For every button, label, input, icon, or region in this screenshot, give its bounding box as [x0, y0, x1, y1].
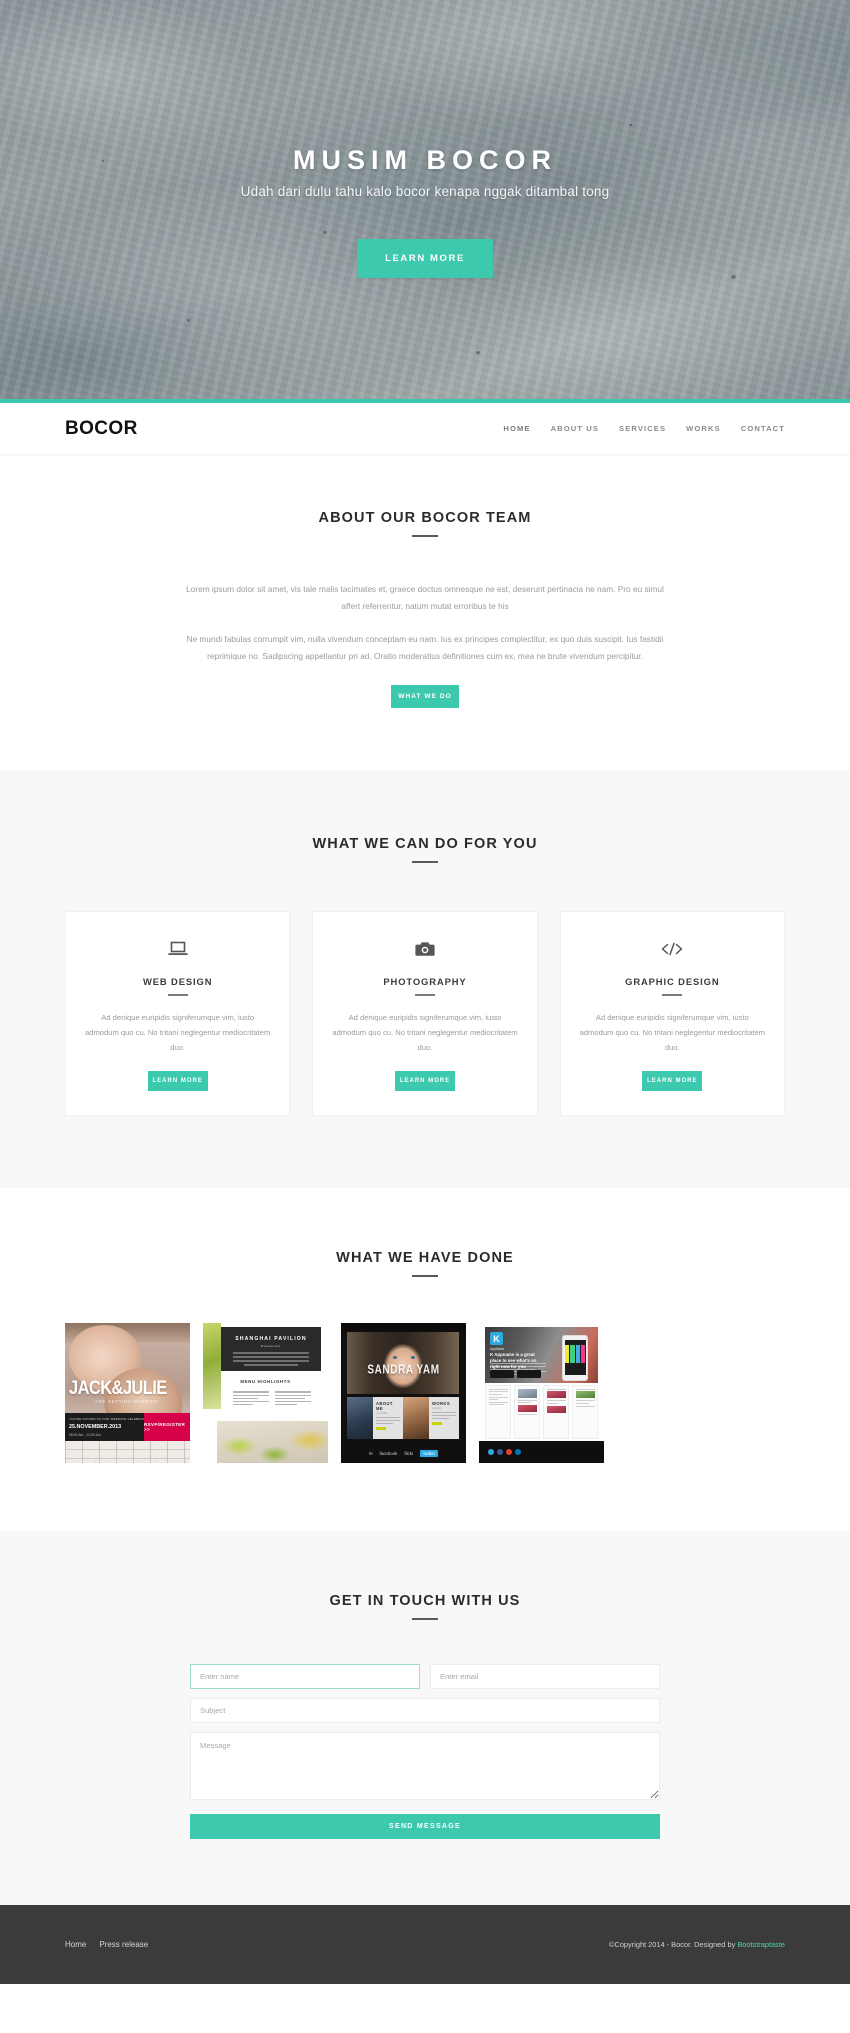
about-section: ABOUT OUR BOCOR TEAM Lorem ipsum dolor s…: [0, 454, 850, 770]
service-learn-more-button[interactable]: LEARN MORE: [394, 1071, 455, 1092]
twitter-label: twitter: [420, 1450, 439, 1458]
portfolio-item-time: 08:00 Am - 12:00 Am: [69, 1433, 101, 1438]
code-icon: [579, 936, 766, 962]
about-paragraph-1: Lorem ipsum dolor sit amet, vis tale mal…: [186, 584, 664, 611]
service-learn-more-button[interactable]: LEARN MORE: [642, 1071, 703, 1092]
portfolio-item-badge: RSVP/REGISTER >>: [144, 1413, 190, 1442]
contact-form: SEND MESSAGE: [190, 1664, 660, 1840]
portfolio-item-subline: Restaurant: [261, 1344, 281, 1349]
linkedin-icon: [515, 1449, 521, 1456]
services-title-rule: [412, 861, 438, 863]
copyright: ©Copyright 2014 - Bocor. Designed by Boo…: [609, 1940, 785, 1949]
service-description: Ad denique euripidis signiferumque vim, …: [85, 1013, 271, 1052]
portfolio-item-subline: ARE GETTING MARRIED: [95, 1399, 159, 1405]
copyright-text: ©Copyright 2014 - Bocor. Designed by: [609, 1940, 738, 1950]
hero-learn-more-button[interactable]: LEARN MORE: [357, 239, 493, 278]
hero-title: MUSIM BOCOR: [293, 145, 557, 175]
portfolio-item-date: 25.NOVEMBER.2013: [69, 1424, 122, 1431]
brand-logo[interactable]: BOCOR: [65, 418, 138, 440]
map-graphic: [65, 1441, 190, 1464]
portfolio-tile-sub: my profile: [376, 1412, 388, 1416]
about-what-we-do-button[interactable]: WHAT WE DO: [391, 685, 459, 708]
portfolio-item-brand: AppName: [490, 1347, 505, 1352]
navbar: BOCOR HOME ABOUT US SERVICES WORKS CONTA…: [0, 399, 850, 454]
phone-mockup: [562, 1335, 588, 1382]
portfolio-item-jack-and-julie[interactable]: JACK&JULIE ARE GETTING MARRIED YOU'RE IN…: [65, 1323, 190, 1464]
footer-link-home[interactable]: Home: [65, 1940, 86, 1949]
portfolio-item-headline: JACK&JULIE: [69, 1377, 167, 1399]
nav-item-services[interactable]: SERVICES: [619, 424, 666, 433]
service-title: WEB DESIGN: [142, 976, 213, 987]
facebook-label: facebook: [379, 1451, 398, 1457]
twitter-icon: [488, 1449, 494, 1456]
nav-menu: HOME ABOUT US SERVICES WORKS CONTACT: [503, 424, 785, 433]
message-textarea[interactable]: [190, 1732, 660, 1801]
service-description: Ad denique euripidis signiferumque vim, …: [332, 1013, 518, 1052]
google-plus-icon: [506, 1449, 512, 1456]
about-title-rule: [412, 535, 438, 537]
footer-links: Home Press release: [65, 1940, 148, 1949]
footer-link-press-release[interactable]: Press release: [99, 1940, 148, 1949]
portfolio-tile-title: ABOUT ME: [376, 1401, 393, 1412]
service-title-rule: [414, 994, 435, 996]
social-links: ✉ facebook flickr twitter: [341, 1450, 466, 1458]
hero-subtitle: Udah dari dulu tahu kalo bocor kenapa ng…: [240, 184, 610, 199]
services-section: WHAT WE CAN DO FOR YOU WEB DESIGN Ad den…: [0, 770, 850, 1189]
mail-icon: ✉: [368, 1450, 373, 1456]
laptop-icon: [84, 936, 271, 962]
facebook-icon: [497, 1449, 503, 1456]
nav-item-contact[interactable]: CONTACT: [741, 424, 785, 433]
flickr-label: flickr: [404, 1451, 414, 1457]
camera-icon: [331, 936, 518, 962]
footer: Home Press release ©Copyright 2014 - Boc…: [0, 1905, 850, 1985]
service-title: PHOTOGRAPHY: [383, 976, 467, 987]
hero-section: MUSIM BOCOR Udah dari dulu tahu kalo boc…: [0, 0, 850, 399]
send-message-button[interactable]: SEND MESSAGE: [190, 1814, 660, 1840]
nav-item-works[interactable]: WORKS: [686, 424, 721, 433]
service-card-web-design[interactable]: WEB DESIGN Ad denique euripidis signifer…: [65, 911, 291, 1117]
services-title: WHAT WE CAN DO FOR YOU: [312, 836, 538, 852]
about-paragraph-2: Ne mundi fabulas corrumpit vim, nulla vi…: [186, 634, 664, 661]
google-play-badge: [517, 1370, 541, 1379]
nav-item-about-us[interactable]: ABOUT US: [551, 424, 599, 433]
email-input[interactable]: [430, 1664, 660, 1690]
service-learn-more-button[interactable]: LEARN MORE: [147, 1071, 208, 1092]
portfolio-item-sandra-yam[interactable]: SANDRA YAM ABOUT ME my profile WORKS por…: [341, 1323, 466, 1464]
service-card-photography[interactable]: PHOTOGRAPHY Ad denique euripidis signife…: [312, 911, 538, 1117]
subject-input[interactable]: [190, 1698, 660, 1724]
nav-item-home[interactable]: HOME: [503, 424, 530, 433]
contact-title: GET IN TOUCH WITH US: [329, 1593, 521, 1610]
about-title: ABOUT OUR BOCOR TEAM: [318, 510, 532, 526]
service-description: Ad denique euripidis signiferumque vim, …: [579, 1013, 765, 1052]
service-card-graphic-design[interactable]: GRAPHIC DESIGN Ad denique euripidis sign…: [559, 911, 785, 1117]
k-logo: K: [490, 1332, 503, 1346]
portfolio-item-section-label: MENU HIGHLIGHTS: [240, 1379, 291, 1385]
contact-title-rule: [412, 1618, 438, 1621]
app-store-badge: [490, 1370, 514, 1379]
service-title-rule: [662, 994, 683, 996]
portfolio-item-shanghai-pavilion[interactable]: SHANGHAI PAVILION Restaurant MENU HIGHLI…: [203, 1323, 328, 1464]
portfolio-item-k-appname[interactable]: K AppName K Appname is a great place to …: [479, 1323, 604, 1464]
copyright-link[interactable]: Bootstraptaste: [737, 1940, 785, 1949]
contact-section: GET IN TOUCH WITH US SEND MESSAGE: [0, 1531, 850, 1906]
portfolio-tile-title: WORKS: [432, 1401, 451, 1407]
portfolio-tile-sub: portfolio: [432, 1407, 442, 1411]
portfolio-title-rule: [412, 1275, 438, 1278]
portfolio-section: WHAT WE HAVE DONE JACK&JULIE ARE GETTING…: [0, 1188, 850, 1532]
service-title-rule: [167, 994, 188, 996]
portfolio-item-headline: SHANGHAI PAVILION: [235, 1336, 307, 1343]
portfolio-title: WHAT WE HAVE DONE: [336, 1250, 514, 1267]
social-icons-bar: [479, 1441, 604, 1464]
service-title: GRAPHIC DESIGN: [625, 976, 720, 987]
portfolio-item-headline: SANDRA YAM: [367, 1364, 440, 1378]
name-input[interactable]: [190, 1664, 420, 1690]
